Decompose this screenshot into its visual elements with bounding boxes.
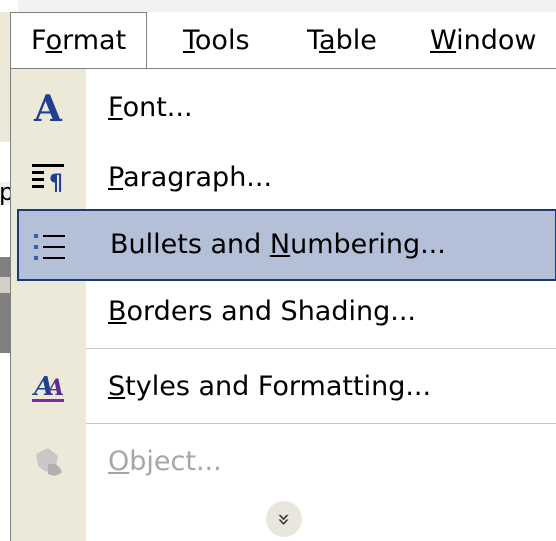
menu-bar: Format Tools Table Window: [10, 12, 556, 70]
menu-label: indow: [456, 25, 537, 56]
menu-label-accelerator: a: [319, 25, 336, 56]
menu-format[interactable]: Format: [10, 12, 148, 70]
menu-label: F: [31, 25, 46, 56]
paragraph-icon: ¶: [23, 153, 73, 203]
menu-item-label: Object...: [108, 446, 222, 477]
menu-label: ble: [335, 25, 377, 56]
menu-label: ools: [194, 25, 250, 56]
menu-separator: [86, 348, 556, 349]
menu-label: rmat: [62, 25, 127, 56]
styles-formatting-icon: A A: [23, 362, 73, 412]
svg-text:¶: ¶: [49, 171, 63, 196]
menu-item-object: Object...: [11, 426, 556, 498]
menu-item-label: Paragraph...: [108, 162, 273, 193]
font-icon: A: [23, 83, 73, 133]
format-dropdown-menu: A Font... ¶ Paragraph... Bullets and Num…: [10, 68, 556, 541]
menu-item-styles-formatting[interactable]: A A Styles and Formatting...: [11, 351, 556, 423]
menu-label-accelerator: W: [430, 25, 457, 56]
menu-label-accelerator: T: [183, 25, 195, 56]
menu-item-font[interactable]: A Font...: [11, 72, 556, 144]
menu-window[interactable]: Window: [410, 12, 556, 69]
bullets-numbering-icon: [25, 222, 75, 272]
object-icon: [23, 437, 73, 487]
svg-text:A: A: [45, 375, 64, 401]
background-document: [0, 0, 18, 12]
menu-item-paragraph[interactable]: ¶ Paragraph...: [11, 142, 556, 214]
expand-menu-chevron-icon[interactable]: »: [266, 501, 302, 537]
svg-text:A: A: [33, 88, 63, 128]
menu-item-label: Styles and Formatting...: [108, 371, 432, 402]
menu-table[interactable]: Table: [287, 12, 397, 69]
menu-tools[interactable]: Tools: [163, 12, 270, 69]
menu-item-bullets-numbering[interactable]: Bullets and Numbering...: [17, 209, 556, 281]
menu-item-borders-shading[interactable]: Borders and Shading...: [11, 276, 556, 348]
menu-item-label: Bullets and Numbering...: [110, 229, 446, 260]
chevron-down-icon: »: [271, 512, 297, 526]
menu-label-accelerator: o: [45, 25, 63, 56]
menu-item-label: Borders and Shading...: [108, 296, 416, 327]
menu-label: T: [307, 25, 320, 56]
menu-separator: [86, 423, 556, 424]
menu-item-label: Font...: [108, 92, 193, 123]
